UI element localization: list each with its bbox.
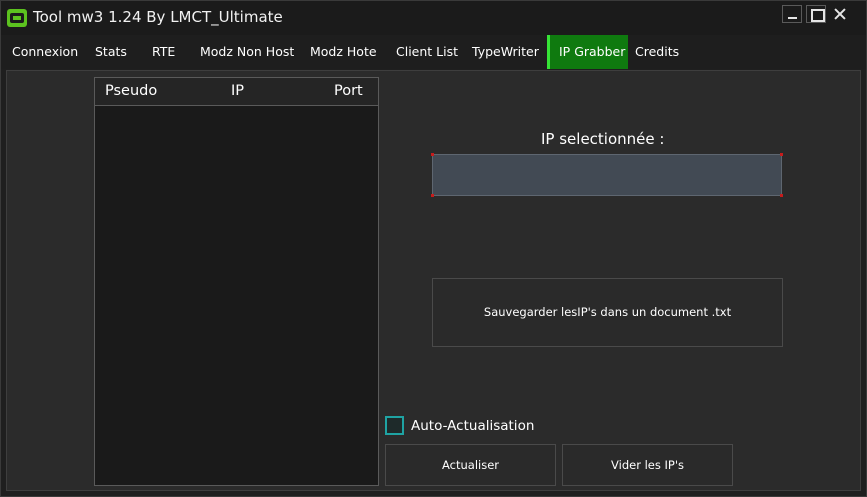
clear-ips-button[interactable]: Vider les IP's <box>562 444 733 486</box>
tab-bar: Connexion Stats RTE Modz Non Host Modz H… <box>1 35 866 69</box>
refresh-button[interactable]: Actualiser <box>385 444 556 486</box>
ip-grabber-panel: Pseudo IP Port IP selectionnée : Sauvega… <box>6 70 861 491</box>
app-window: Tool mw3 1.24 By LMCT_Ultimate Connexion… <box>0 0 867 497</box>
window-title: Tool mw3 1.24 By LMCT_Ultimate <box>33 8 283 26</box>
ip-list[interactable]: Pseudo IP Port <box>94 77 379 486</box>
minimize-button[interactable] <box>782 5 802 23</box>
selection-handle <box>431 194 434 197</box>
controller-icon <box>7 9 27 27</box>
tab-connexion[interactable]: Connexion <box>7 35 83 69</box>
selection-handle <box>780 153 783 156</box>
title-bar[interactable]: Tool mw3 1.24 By LMCT_Ultimate <box>1 1 866 35</box>
selected-ip-field[interactable] <box>431 153 783 197</box>
column-header-port[interactable]: Port <box>334 83 363 99</box>
tab-ip-grabber[interactable]: IP Grabber <box>547 35 628 69</box>
column-header-ip[interactable]: IP <box>231 83 244 99</box>
tab-modz-non-host[interactable]: Modz Non Host <box>195 35 299 69</box>
selection-handle <box>780 194 783 197</box>
column-header-pseudo[interactable]: Pseudo <box>105 83 157 99</box>
tab-modz-hote[interactable]: Modz Hote <box>305 35 382 69</box>
ip-list-header: Pseudo IP Port <box>95 78 378 106</box>
close-button[interactable] <box>830 5 850 23</box>
tab-rte[interactable]: RTE <box>147 35 180 69</box>
maximize-button[interactable] <box>806 5 826 23</box>
selected-ip-label: IP selectionnée : <box>541 130 665 148</box>
tab-client-list[interactable]: Client List <box>391 35 463 69</box>
tab-credits[interactable]: Credits <box>630 35 684 69</box>
tab-stats[interactable]: Stats <box>90 35 132 69</box>
selection-handle <box>431 153 434 156</box>
save-ips-button[interactable]: Sauvegarder lesIP's dans un document .tx… <box>432 278 783 347</box>
auto-refresh-checkbox[interactable] <box>385 416 404 435</box>
tab-typewriter[interactable]: TypeWriter <box>467 35 544 69</box>
auto-refresh-label[interactable]: Auto-Actualisation <box>411 418 534 434</box>
